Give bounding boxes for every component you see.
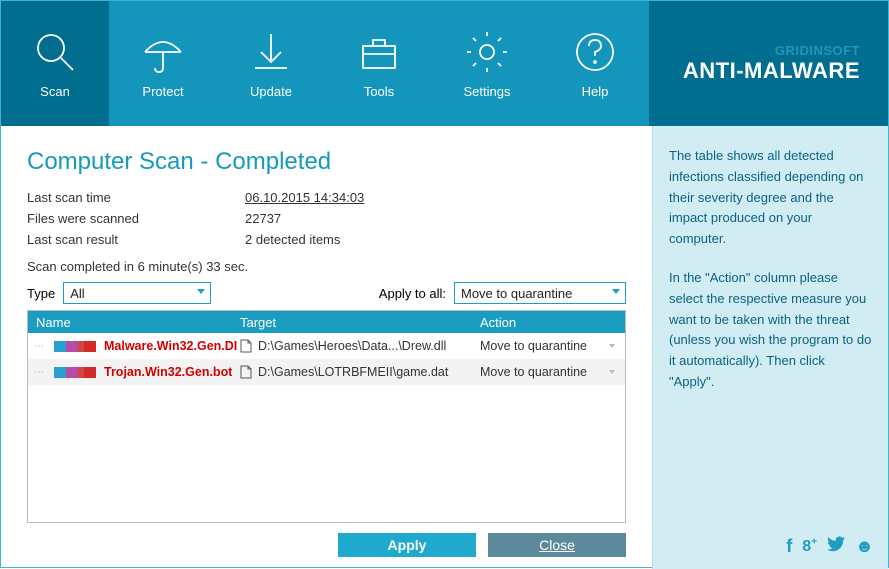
threat-name: Trojan.Win32.Gen.bot — [104, 365, 232, 379]
nav-label: Update — [250, 84, 292, 99]
files-scanned-value: 22737 — [245, 211, 281, 226]
apply-all-dropdown[interactable]: Move to quarantine — [454, 282, 626, 304]
apply-all-value: Move to quarantine — [461, 286, 572, 301]
caret-down-icon — [609, 344, 615, 348]
caret-down-icon — [612, 289, 620, 294]
caret-down-icon — [609, 370, 615, 374]
file-icon — [240, 339, 252, 353]
table-header: Name Target Action — [28, 311, 625, 333]
nav-protect[interactable]: Protect — [109, 1, 217, 126]
nav-label: Scan — [40, 84, 70, 99]
row-action-dropdown[interactable]: Move to quarantine — [480, 339, 625, 353]
col-name[interactable]: Name — [28, 315, 240, 330]
col-target[interactable]: Target — [240, 315, 480, 330]
row-action-value: Move to quarantine — [480, 365, 587, 379]
smiley-icon[interactable]: ☻ — [855, 532, 874, 561]
nav-label: Settings — [464, 84, 511, 99]
help-text-1: The table shows all detected infections … — [669, 146, 872, 250]
row-action-value: Move to quarantine — [480, 339, 587, 353]
nav-label: Help — [582, 84, 609, 99]
last-scan-value[interactable]: 06.10.2015 14:34:03 — [245, 190, 364, 205]
file-icon — [240, 365, 252, 379]
row-action-dropdown[interactable]: Move to quarantine — [480, 365, 625, 379]
twitter-icon[interactable] — [827, 532, 845, 561]
toolbox-icon — [355, 28, 403, 76]
tree-marker: ⋯ — [34, 367, 50, 378]
facebook-icon[interactable]: f — [786, 532, 792, 561]
scan-result-label: Last scan result — [27, 232, 245, 247]
type-label: Type — [27, 286, 55, 301]
scan-summary: Scan completed in 6 minute(s) 33 sec. — [27, 259, 626, 274]
help-sidebar: The table shows all detected infections … — [652, 126, 888, 569]
brand-product: ANTI-MALWARE — [683, 58, 860, 84]
filter-row: Type All Apply to all: Move to quarantin… — [27, 282, 626, 304]
caret-down-icon — [197, 289, 205, 294]
download-icon — [247, 28, 295, 76]
target-path: D:\Games\LOTRBFMEII\game.dat — [258, 365, 448, 379]
googleplus-icon[interactable]: 8+ — [802, 534, 817, 560]
severity-bar — [54, 367, 96, 378]
main-area: Computer Scan - Completed Last scan time… — [1, 126, 888, 569]
scan-stats: Last scan time 06.10.2015 14:34:03 Files… — [27, 190, 626, 253]
results-table: Name Target Action ⋯ Malware.Win32.Gen.DI… — [27, 310, 626, 523]
col-action[interactable]: Action — [480, 315, 625, 330]
nav-label: Protect — [142, 84, 183, 99]
top-toolbar: Scan Protect Update Tools Settings Help … — [1, 1, 888, 126]
nav-settings[interactable]: Settings — [433, 1, 541, 126]
table-row[interactable]: ⋯ Malware.Win32.Gen.DI D:\Games\Heroes\Dat… — [28, 333, 625, 359]
last-scan-label: Last scan time — [27, 190, 245, 205]
help-text-2: In the "Action" column please select the… — [669, 268, 872, 393]
content-panel: Computer Scan - Completed Last scan time… — [1, 126, 652, 569]
type-dropdown-value: All — [70, 286, 84, 301]
apply-all-label: Apply to all: — [379, 286, 446, 301]
apply-button[interactable]: Apply — [338, 533, 476, 557]
nav-bar: Scan Protect Update Tools Settings Help — [1, 1, 649, 126]
help-icon — [571, 28, 619, 76]
table-body: ⋯ Malware.Win32.Gen.DI D:\Games\Heroes\Dat… — [28, 333, 625, 522]
table-row[interactable]: ⋯ Trojan.Win32.Gen.bot D:\Games\LOTRBFMEII… — [28, 359, 625, 385]
social-links: f 8+ ☻ — [786, 532, 874, 561]
page-title: Computer Scan - Completed — [27, 148, 626, 176]
type-dropdown[interactable]: All — [63, 282, 211, 304]
nav-help[interactable]: Help — [541, 1, 649, 126]
nav-label: Tools — [364, 84, 394, 99]
threat-name: Malware.Win32.Gen.DI — [104, 339, 237, 353]
tree-marker: ⋯ — [34, 341, 50, 352]
nav-tools[interactable]: Tools — [325, 1, 433, 126]
scan-result-value: 2 detected items — [245, 232, 340, 247]
gear-icon — [463, 28, 511, 76]
nav-update[interactable]: Update — [217, 1, 325, 126]
button-row: Apply Close — [27, 533, 626, 557]
severity-bar — [54, 341, 96, 352]
close-button[interactable]: Close — [488, 533, 626, 557]
brand-area: GRIDINSOFT ANTI-MALWARE — [649, 1, 888, 126]
search-icon — [31, 28, 79, 76]
files-scanned-label: Files were scanned — [27, 211, 245, 226]
brand-company: GRIDINSOFT — [775, 43, 860, 58]
target-path: D:\Games\Heroes\Data...\Drew.dll — [258, 339, 446, 353]
nav-scan[interactable]: Scan — [1, 1, 109, 126]
umbrella-icon — [139, 28, 187, 76]
